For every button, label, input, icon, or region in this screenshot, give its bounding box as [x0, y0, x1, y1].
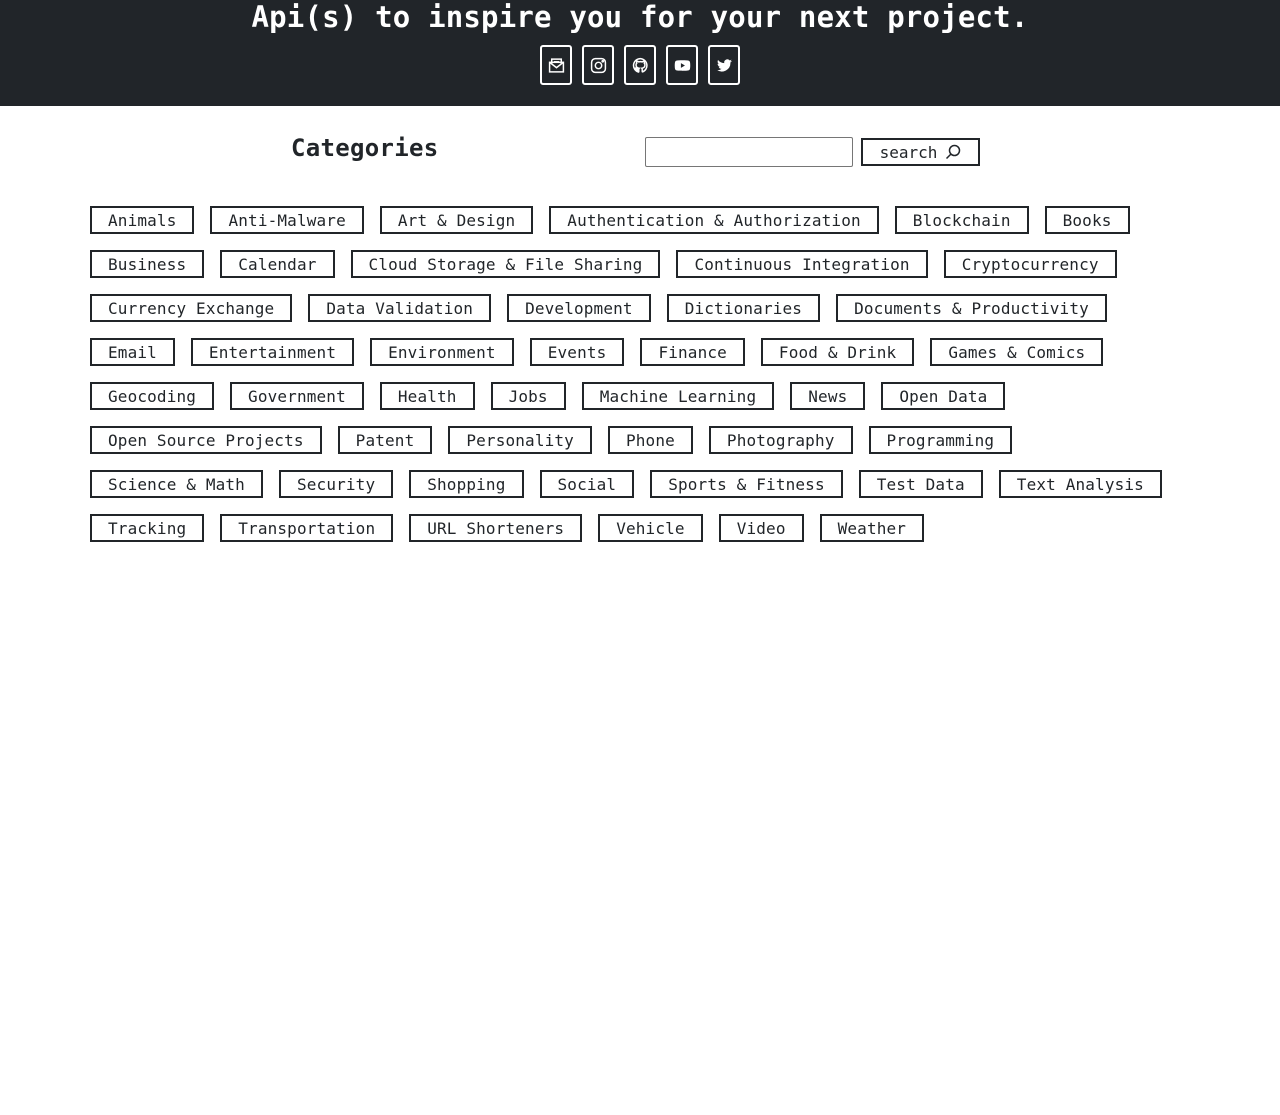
category-button[interactable]: Food & Drink	[760, 338, 915, 366]
hero-header: Api(s) to inspire you for your next proj…	[0, 0, 1280, 106]
category-button[interactable]: Events	[529, 338, 625, 366]
category-button[interactable]: Government	[230, 382, 364, 410]
category-button[interactable]: Tracking	[90, 514, 205, 542]
category-button[interactable]: Social	[539, 470, 635, 498]
instagram-icon	[590, 57, 606, 73]
category-button[interactable]: Finance	[640, 338, 745, 366]
category-button[interactable]: URL Shorteners	[409, 514, 583, 542]
category-button[interactable]: Sports & Fitness	[650, 470, 843, 498]
category-button[interactable]: Dictionaries	[666, 294, 821, 322]
category-button[interactable]: Jobs	[490, 382, 566, 410]
category-button[interactable]: Documents & Productivity	[836, 294, 1107, 322]
social-links	[535, 45, 745, 85]
category-button[interactable]: Business	[90, 250, 205, 278]
category-button[interactable]: Programming	[868, 426, 1013, 454]
category-button[interactable]: Weather	[819, 514, 925, 542]
category-button[interactable]: Geocoding	[90, 382, 215, 410]
github-link[interactable]	[624, 45, 656, 85]
youtube-link[interactable]	[666, 45, 698, 85]
category-button[interactable]: Shopping	[409, 470, 524, 498]
category-button[interactable]: Open Data	[881, 382, 1006, 410]
search-button-label: search	[879, 142, 938, 162]
category-button[interactable]: Patent	[337, 426, 433, 454]
hero-title: Api(s) to inspire you for your next proj…	[251, 0, 1029, 34]
category-button[interactable]: Photography	[708, 426, 853, 454]
category-button[interactable]: Games & Comics	[930, 338, 1104, 366]
category-button[interactable]: Calendar	[220, 250, 335, 278]
twitter-link[interactable]	[708, 45, 740, 85]
category-button[interactable]: Transportation	[220, 514, 394, 542]
category-button[interactable]: Science & Math	[90, 470, 263, 498]
category-button[interactable]: Text Analysis	[998, 470, 1162, 498]
category-button[interactable]: Continuous Integration	[676, 250, 928, 278]
search-button[interactable]: search	[861, 138, 980, 166]
category-button[interactable]: Cloud Storage & File Sharing	[350, 250, 661, 278]
category-button[interactable]: Email	[90, 338, 175, 366]
email-icon	[548, 57, 564, 73]
categories-heading: Categories	[291, 134, 439, 162]
category-button[interactable]: Environment	[370, 338, 514, 366]
category-button[interactable]: Books	[1044, 206, 1130, 234]
categories-toolbar: Categories search	[0, 106, 1280, 206]
github-icon	[632, 57, 648, 73]
youtube-icon	[674, 59, 690, 71]
search-input[interactable]	[645, 137, 853, 167]
category-button[interactable]: Data Validation	[308, 294, 492, 322]
category-list: Animals Anti-Malware Art & Design Authentic…	[90, 206, 1200, 542]
category-button[interactable]: Blockchain	[894, 206, 1029, 234]
category-button[interactable]: Entertainment	[190, 338, 355, 366]
category-button[interactable]: Anti-Malware	[210, 206, 364, 234]
category-button[interactable]: Video	[718, 514, 804, 542]
category-button[interactable]: News	[790, 382, 866, 410]
category-button[interactable]: Animals	[90, 206, 195, 234]
twitter-icon	[716, 58, 732, 72]
category-button[interactable]: Cryptocurrency	[943, 250, 1117, 278]
search-icon	[946, 144, 961, 160]
category-button[interactable]: Phone	[607, 426, 693, 454]
category-button[interactable]: Art & Design	[379, 206, 534, 234]
category-button[interactable]: Machine Learning	[581, 382, 775, 410]
category-button[interactable]: Health	[379, 382, 475, 410]
category-button[interactable]: Development	[507, 294, 651, 322]
category-button[interactable]: Personality	[448, 426, 592, 454]
category-button[interactable]: Open Source Projects	[90, 426, 322, 454]
category-button[interactable]: Test Data	[858, 470, 983, 498]
instagram-link[interactable]	[582, 45, 614, 85]
email-link[interactable]	[540, 45, 572, 85]
category-button[interactable]: Security	[278, 470, 394, 498]
category-button[interactable]: Authentication & Authorization	[549, 206, 879, 234]
category-button[interactable]: Vehicle	[598, 514, 703, 542]
category-button[interactable]: Currency Exchange	[90, 294, 293, 322]
